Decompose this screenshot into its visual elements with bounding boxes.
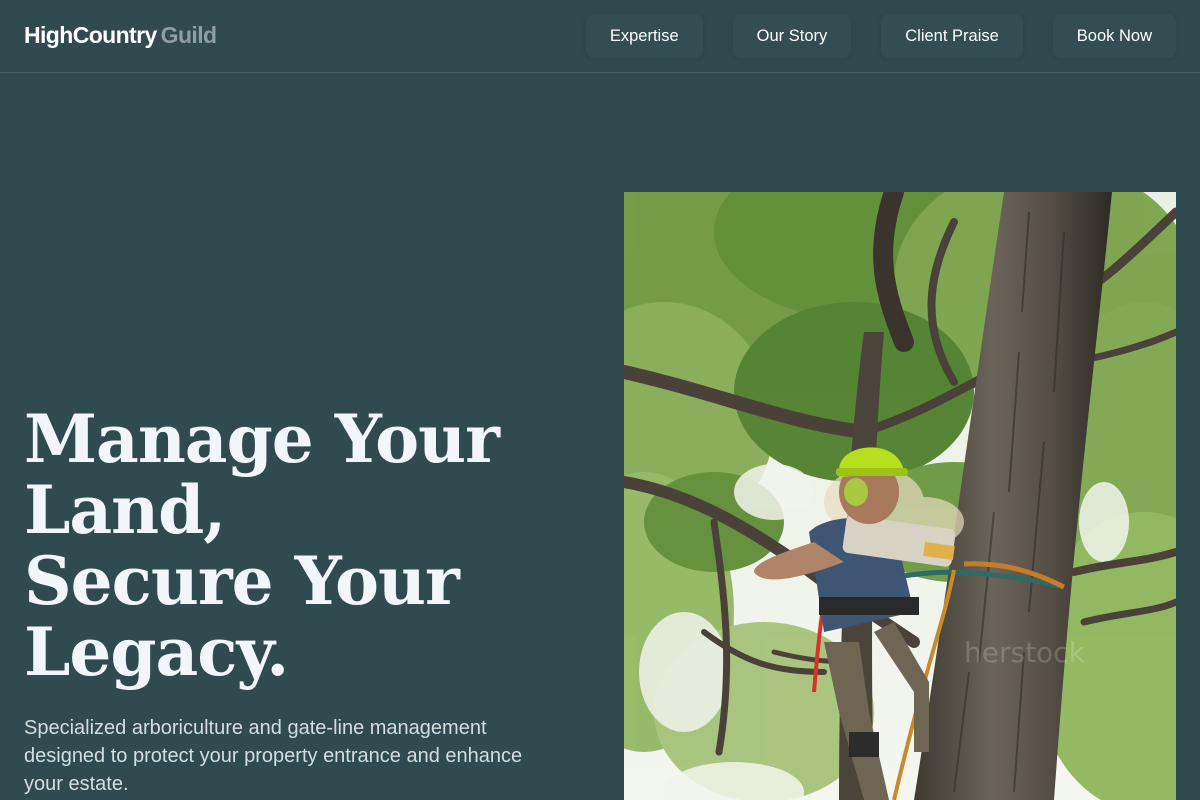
hero-photo: herstock bbox=[624, 192, 1176, 800]
nav-client-praise[interactable]: Client Praise bbox=[881, 14, 1023, 58]
brand-logo[interactable]: HighCountry Guild bbox=[24, 22, 217, 49]
nav-our-story[interactable]: Our Story bbox=[733, 14, 852, 58]
brand-accent: Guild bbox=[160, 22, 217, 48]
hero-subtitle: Specialized arboriculture and gate-line … bbox=[24, 717, 523, 795]
nav-expertise[interactable]: Expertise bbox=[586, 14, 703, 58]
hero-title-line: Manage Your bbox=[24, 400, 500, 478]
site-header: HighCountry Guild Expertise Our Story Cli… bbox=[0, 0, 1200, 73]
hero-title: Manage Your Land, Secure Your Legacy. bbox=[24, 404, 584, 688]
brand-name: HighCountry bbox=[24, 22, 157, 48]
hero-title-line: Land, bbox=[24, 471, 226, 549]
nav-book-now[interactable]: Book Now bbox=[1053, 14, 1176, 58]
hero-title-line: Secure Your bbox=[24, 542, 460, 620]
main-nav: Expertise Our Story Client Praise Book N… bbox=[586, 14, 1176, 58]
arborist-illustration: herstock bbox=[624, 192, 1176, 800]
hero-title-line: Legacy. bbox=[24, 613, 289, 691]
watermark-text: herstock bbox=[964, 636, 1086, 669]
